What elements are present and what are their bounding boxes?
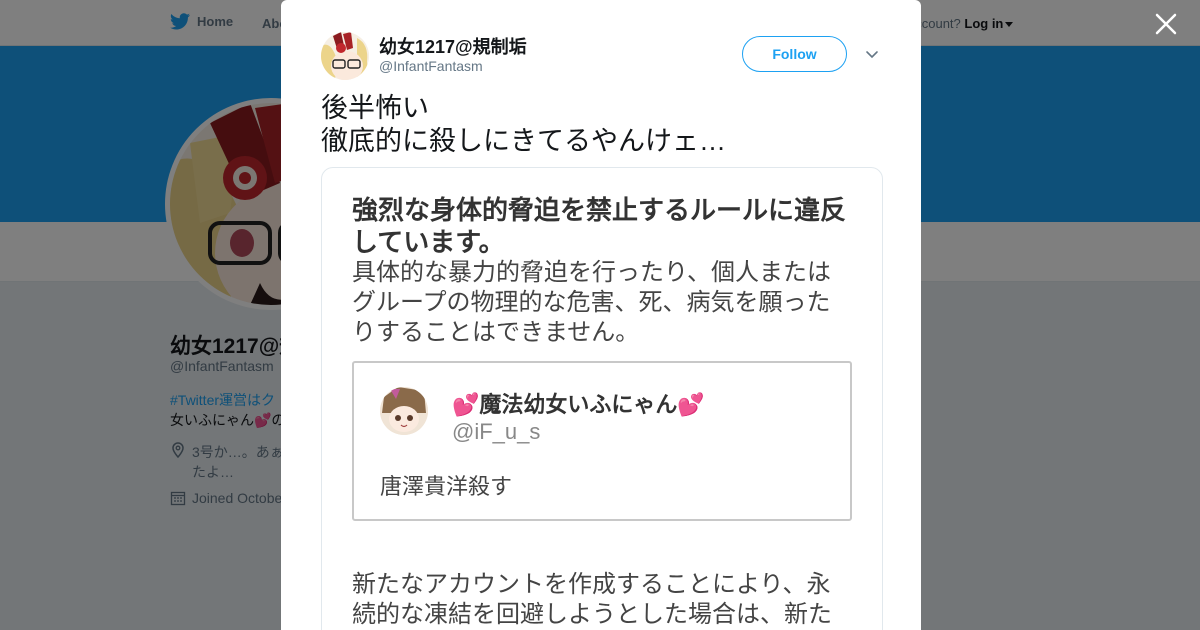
tweet-author-handle[interactable]: @InfantFantasm <box>379 58 483 74</box>
quoted-tweet: 💕魔法幼女いふにゃん💕 @iF_u_s 唐澤貴洋殺す <box>352 361 852 521</box>
tweet-modal: 幼女1217@規制垢 @InfantFantasm Follow 後半怖い 徹底… <box>281 0 921 630</box>
rule-violation-footer: 新たなアカウントを作成することにより、永続的な凍結を回避しようとした場合は、新た <box>352 571 832 628</box>
author-avatar-artwork <box>321 32 369 80</box>
tweet-text-line: 徹底的に殺しにきてるやんけェ… <box>321 126 726 156</box>
close-icon[interactable] <box>1154 12 1178 36</box>
quoted-tweet-text: 唐澤貴洋殺す <box>380 474 513 499</box>
rule-violation-title: 強烈な身体的脅迫を禁止するルールに違反しています。 <box>352 195 847 257</box>
chevron-down-icon[interactable] <box>864 46 880 62</box>
quoted-tweet-name: 💕魔法幼女いふにゃん💕 <box>452 392 705 417</box>
tweet-author-avatar[interactable] <box>321 32 369 80</box>
quoted-tweet-handle: @iF_u_s <box>452 419 541 444</box>
quoted-tweet-avatar <box>380 387 428 435</box>
quoted-avatar-artwork <box>380 387 428 435</box>
tweet-attached-image[interactable]: 強烈な身体的脅迫を禁止するルールに違反しています。 具体的な暴力的脅迫を行ったり… <box>321 167 883 630</box>
rule-violation-description: 具体的な暴力的脅迫を行ったり、個人またはグループの物理的な危害、死、病気を願った… <box>352 259 832 346</box>
follow-button[interactable]: Follow <box>742 36 847 72</box>
tweet-author-name[interactable]: 幼女1217@規制垢 <box>379 33 527 59</box>
tweet-text-line: 後半怖い <box>321 93 429 123</box>
tweet-text: 後半怖い 徹底的に殺しにきてるやんけェ… <box>321 92 726 158</box>
